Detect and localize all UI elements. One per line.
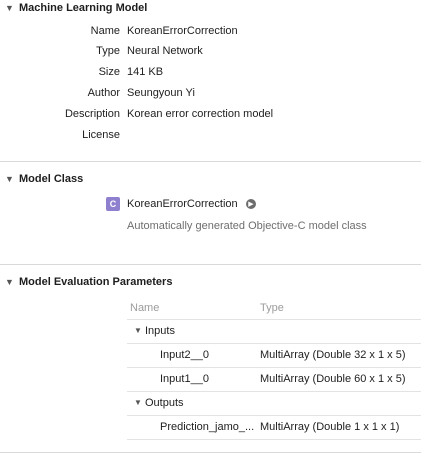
group-row-outputs[interactable]: ▼ Outputs (127, 391, 421, 415)
class-c-icon: C (106, 197, 120, 211)
group-row-inputs[interactable]: ▼ Inputs (127, 319, 421, 343)
section-title: Machine Learning Model (19, 2, 148, 14)
disclosure-triangle-icon[interactable]: ▼ (0, 3, 19, 13)
field-value: Neural Network (127, 45, 203, 57)
disclosure-triangle-icon[interactable]: ▼ (134, 398, 142, 407)
field-key: License (82, 129, 120, 141)
column-header-name[interactable]: Name (130, 302, 159, 314)
section-header-eval-params[interactable]: ▼ Model Evaluation Parameters (0, 274, 172, 290)
group-label: Inputs (145, 325, 175, 337)
disclosure-triangle-icon[interactable]: ▼ (0, 277, 19, 287)
field-key: Author (87, 87, 120, 99)
table-row[interactable]: Input1__0 MultiArray (Double 60 x 1 x 5) (127, 367, 421, 391)
field-value: 141 KB (127, 66, 164, 78)
model-class-description: Automatically generated Objective-C mode… (127, 220, 367, 232)
table-row[interactable]: Input2__0 MultiArray (Double 32 x 1 x 5) (127, 343, 421, 367)
disclosure-triangle-icon[interactable]: ▼ (134, 326, 142, 335)
param-name: Prediction_jamo_... (160, 421, 255, 433)
parameters-table: Name Type ▼ Inputs Input2__0 MultiArray … (127, 297, 421, 440)
section-divider (0, 264, 421, 265)
field-row-license: License (0, 129, 421, 147)
section-header-ml-model[interactable]: ▼ Machine Learning Model (0, 0, 147, 16)
field-row-size: Size 141 KB (0, 66, 421, 84)
field-key: Description (64, 108, 120, 120)
field-row-author: Author Seungyoun Yi (0, 87, 421, 105)
field-value: Korean error correction model (127, 108, 274, 120)
param-name: Input1__0 (160, 373, 209, 385)
section-title: Model Evaluation Parameters (19, 276, 173, 288)
param-name: Input2__0 (160, 349, 209, 361)
field-key: Name (90, 25, 120, 37)
table-row[interactable]: Prediction_jamo_... MultiArray (Double 1… (127, 415, 421, 440)
group-label: Outputs (145, 397, 184, 409)
param-type: MultiArray (Double 1 x 1 x 1) (260, 421, 400, 433)
arrow-right-circle-icon[interactable]: ▶ (246, 199, 256, 209)
field-key: Type (96, 45, 120, 57)
section-title: Model Class (19, 173, 84, 185)
field-key: Size (98, 66, 120, 78)
section-header-model-class[interactable]: ▼ Model Class (0, 171, 83, 187)
section-divider (0, 161, 421, 162)
field-row-name: Name KoreanErrorCorrection (0, 25, 421, 43)
field-row-description: Description Korean error correction mode… (0, 108, 421, 126)
param-type: MultiArray (Double 60 x 1 x 5) (260, 373, 406, 385)
section-divider (0, 452, 421, 453)
model-class-name: KoreanErrorCorrection (127, 198, 238, 210)
column-header-type[interactable]: Type (260, 302, 284, 314)
field-value: KoreanErrorCorrection (127, 25, 238, 37)
field-row-type: Type Neural Network (0, 45, 421, 63)
table-header: Name Type (127, 297, 421, 319)
disclosure-triangle-icon[interactable]: ▼ (0, 174, 19, 184)
field-value: Seungyoun Yi (127, 87, 195, 99)
param-type: MultiArray (Double 32 x 1 x 5) (260, 349, 406, 361)
